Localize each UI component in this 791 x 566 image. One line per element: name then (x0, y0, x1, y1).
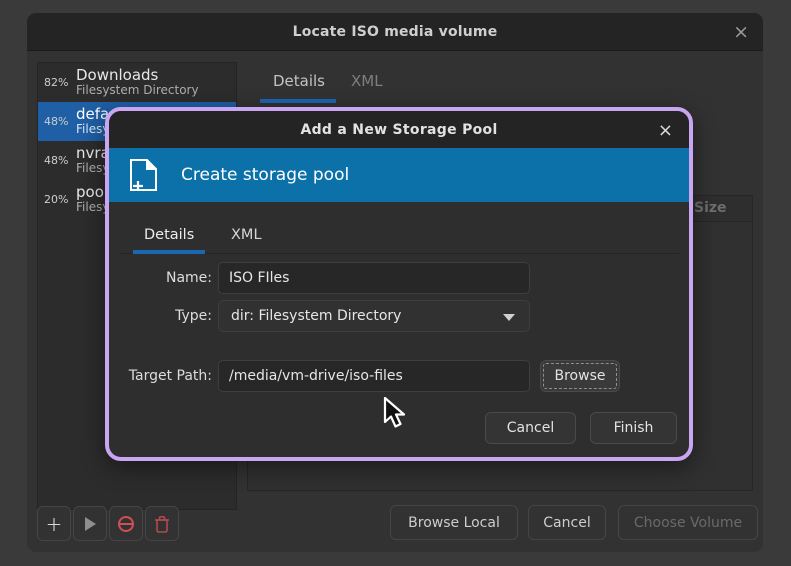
plus-icon: + (46, 512, 63, 536)
pool-usage-percent: 48% (44, 154, 76, 167)
dialog-finish-button[interactable]: Finish (590, 412, 677, 444)
dialog-titlebar[interactable]: Add a New Storage Pool × (109, 111, 689, 149)
name-field[interactable] (218, 262, 530, 294)
browse-local-button[interactable]: Browse Local (390, 505, 518, 540)
window-titlebar[interactable]: Locate ISO media volume × (27, 13, 763, 51)
choose-volume-label: Choose Volume (634, 515, 742, 531)
pool-usage-percent: 82% (44, 76, 76, 89)
stop-icon (118, 516, 134, 532)
tab-xml[interactable]: XML (351, 62, 383, 100)
dialog-finish-label: Finish (614, 420, 654, 436)
chevron-down-icon (503, 314, 515, 321)
screen: Locate ISO media volume × 82% Downloads … (0, 0, 791, 566)
pool-name: Downloads (76, 67, 199, 84)
browse-local-label: Browse Local (408, 515, 500, 531)
window-close-icon[interactable]: × (733, 13, 749, 51)
pool-detail-tabbar: Details XML (243, 62, 753, 105)
dialog-title: Add a New Storage Pool (300, 122, 497, 138)
window-title: Locate ISO media volume (293, 24, 498, 40)
add-pool-button[interactable]: + (37, 506, 71, 541)
dialog-tab-xml[interactable]: XML (231, 219, 262, 250)
document-plus-icon (127, 155, 161, 195)
create-pool-banner: Create storage pool (109, 148, 689, 202)
dialog-tab-details[interactable]: Details (144, 219, 194, 250)
type-dropdown-value: dir: Filesystem Directory (231, 308, 401, 324)
dialog-tabbar: Details XML (119, 219, 679, 254)
dialog-active-tab-underline (133, 250, 205, 254)
banner-title: Create storage pool (181, 165, 349, 185)
pool-row-downloads[interactable]: 82% Downloads Filesystem Directory (38, 63, 236, 102)
play-icon (85, 517, 96, 531)
target-path-label: Target Path: (112, 360, 212, 392)
stop-pool-button[interactable] (109, 506, 143, 541)
dialog-cancel-button[interactable]: Cancel (485, 412, 576, 444)
name-label: Name: (112, 262, 212, 294)
cancel-button[interactable]: Cancel (528, 505, 606, 540)
cancel-label: Cancel (543, 515, 590, 531)
pool-usage-percent: 48% (44, 115, 76, 128)
browse-label: Browse (555, 368, 606, 384)
add-storage-pool-dialog: Add a New Storage Pool × Create storage … (105, 107, 693, 461)
trash-icon (154, 515, 170, 533)
dialog-cancel-label: Cancel (507, 420, 554, 436)
tab-details[interactable]: Details (273, 62, 325, 100)
pool-usage-percent: 20% (44, 193, 76, 206)
type-label: Type: (112, 300, 212, 332)
dialog-close-icon[interactable]: × (658, 111, 673, 149)
type-dropdown[interactable]: dir: Filesystem Directory (218, 300, 530, 332)
choose-volume-button[interactable]: Choose Volume (618, 505, 758, 540)
start-pool-button[interactable] (73, 506, 107, 541)
delete-pool-button[interactable] (145, 506, 179, 541)
browse-button[interactable]: Browse (540, 360, 620, 392)
size-column-header[interactable]: Size (694, 200, 727, 216)
pool-type: Filesystem Directory (76, 84, 199, 98)
target-path-field[interactable] (218, 360, 530, 392)
active-tab-underline (260, 99, 336, 103)
